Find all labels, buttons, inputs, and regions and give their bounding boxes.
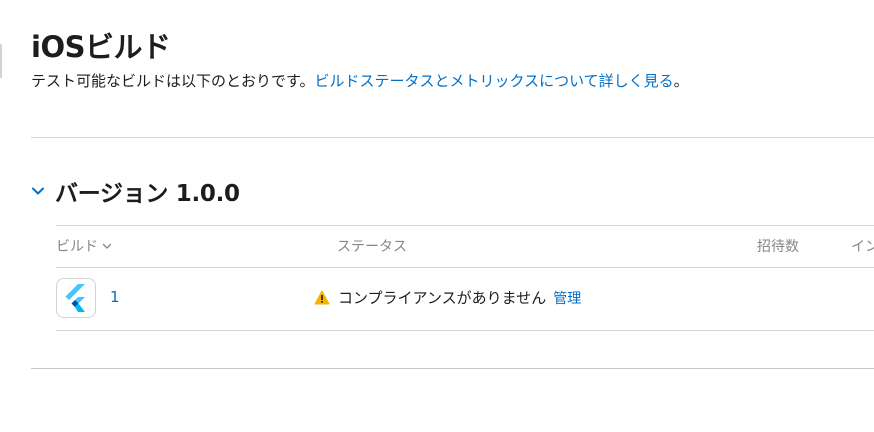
chevron-down-icon[interactable] (31, 184, 45, 198)
warning-icon (314, 290, 330, 305)
column-header-build[interactable]: ビルド (56, 236, 112, 256)
table-header-border (56, 267, 874, 268)
section-divider (31, 137, 874, 138)
version-title: バージョン 1.0.0 (55, 181, 240, 207)
table-row-border (56, 330, 874, 331)
column-header-invites: 招待数 (757, 239, 799, 255)
column-header-status: ステータス (337, 239, 407, 255)
left-edge-marker (0, 44, 2, 78)
page-subtitle: テスト可能なビルドは以下のとおりです。ビルドステータスとメトリックスについて詳し… (31, 70, 689, 91)
column-header-build-label: ビルド (56, 239, 98, 255)
page-title: iOSビルド (31, 30, 171, 64)
table-top-border (56, 225, 874, 226)
learn-more-link[interactable]: ビルドステータスとメトリックスについて詳しく見る (315, 72, 674, 90)
column-header-truncated: イン (851, 239, 874, 255)
sort-chevron-icon[interactable] (102, 241, 112, 251)
manage-compliance-link[interactable]: 管理 (553, 288, 581, 308)
build-number-link[interactable]: 1 (110, 288, 120, 306)
version-group-header[interactable]: バージョン 1.0.0 (31, 174, 240, 208)
subtitle-suffix: 。 (673, 72, 689, 90)
flutter-app-icon (56, 278, 96, 318)
build-status: コンプライアンスがありません 管理 (314, 287, 581, 308)
section-bottom-divider (31, 368, 874, 369)
subtitle-text: テスト可能なビルドは以下のとおりです。 (31, 72, 315, 90)
status-text: コンプライアンスがありません (338, 289, 547, 307)
